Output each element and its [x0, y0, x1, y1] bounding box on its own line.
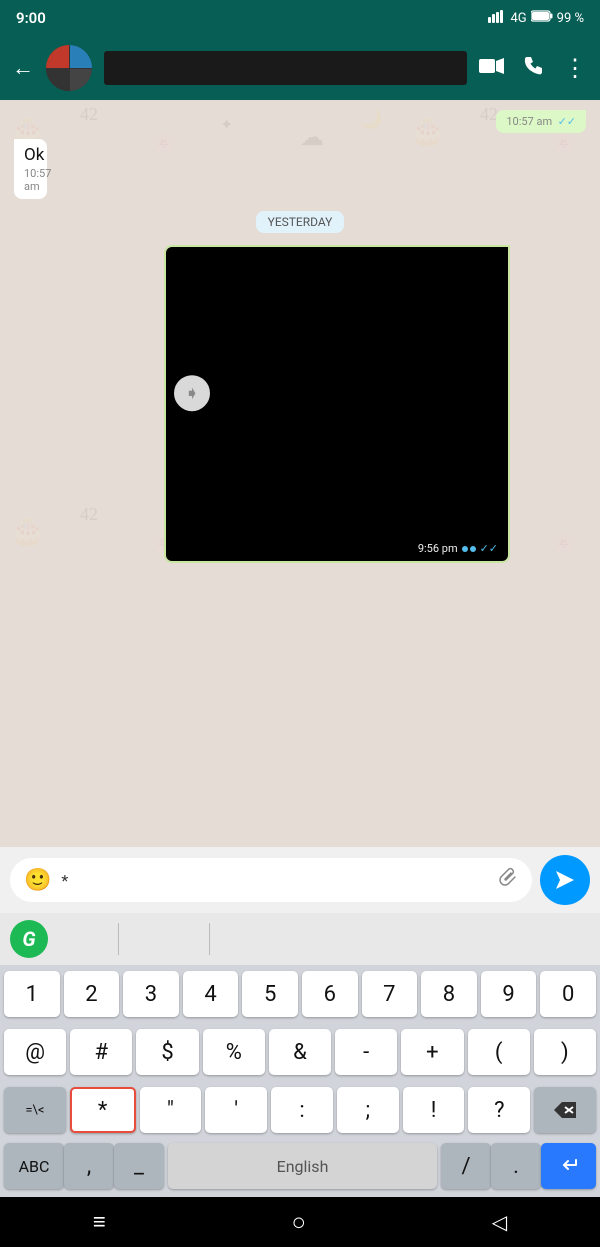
- home-nav-icon[interactable]: ○: [291, 1208, 306, 1237]
- underscore-key[interactable]: _: [114, 1143, 164, 1189]
- read-indicators: [462, 546, 476, 552]
- date-badge: YESTERDAY: [256, 211, 345, 233]
- number-row: 1 2 3 4 5 6 7 8 9 0: [0, 965, 600, 1023]
- slash-key[interactable]: /: [441, 1143, 491, 1189]
- key-percent[interactable]: %: [203, 1029, 265, 1075]
- nav-bar: ≡ ○ ◁: [0, 1197, 600, 1247]
- key-lparen[interactable]: (: [468, 1029, 530, 1075]
- avatar: [46, 45, 92, 91]
- symbols-row-2: =\< * " ' : ; ! ?: [0, 1081, 600, 1139]
- input-bar: 🙂 *: [0, 847, 600, 913]
- abc-button[interactable]: ABC: [4, 1143, 64, 1189]
- chat-header: ← ⋮: [0, 36, 600, 100]
- message-incoming-cut: 10:57 am ✓✓: [496, 110, 586, 133]
- key-5[interactable]: 5: [242, 971, 298, 1017]
- key-equals-backslash-lt[interactable]: =\<: [4, 1087, 66, 1133]
- attach-button[interactable]: [496, 867, 518, 894]
- backspace-button[interactable]: [534, 1087, 596, 1133]
- key-at[interactable]: @: [4, 1029, 66, 1075]
- key-exclaim[interactable]: !: [403, 1087, 465, 1133]
- divider-1: [118, 923, 119, 955]
- network-label: 4G: [510, 11, 526, 26]
- key-question[interactable]: ?: [468, 1087, 530, 1133]
- send-button[interactable]: [540, 855, 590, 905]
- header-actions: ⋮: [479, 54, 588, 82]
- divider-2: [209, 923, 210, 955]
- status-icons: 4G 99 %: [488, 9, 584, 27]
- key-6[interactable]: 6: [302, 971, 358, 1017]
- video-time-text: 9:56 pm: [418, 542, 458, 555]
- key-0[interactable]: 0: [540, 971, 596, 1017]
- key-squote[interactable]: ': [205, 1087, 267, 1133]
- video-call-icon[interactable]: [479, 56, 505, 80]
- battery-percent: 99 %: [557, 11, 584, 26]
- status-time: 9:00: [16, 9, 46, 27]
- message-ok-text: Ok: [24, 145, 44, 165]
- key-2[interactable]: 2: [64, 971, 120, 1017]
- video-timestamp: 9:56 pm ✓✓: [418, 542, 498, 555]
- double-check-icon: ✓✓: [480, 542, 498, 555]
- key-9[interactable]: 9: [481, 971, 537, 1017]
- key-colon[interactable]: :: [271, 1087, 333, 1133]
- key-dollar[interactable]: $: [136, 1029, 198, 1075]
- key-asterisk[interactable]: *: [70, 1087, 136, 1133]
- dot-key[interactable]: .: [491, 1143, 541, 1189]
- space-key[interactable]: English: [168, 1143, 437, 1189]
- message-input-text[interactable]: *: [61, 871, 486, 890]
- grammarly-row: G: [0, 913, 600, 965]
- key-plus[interactable]: +: [401, 1029, 463, 1075]
- video-message-wrapper: ➧ 9:56 pm ✓✓: [164, 245, 586, 563]
- key-7[interactable]: 7: [362, 971, 418, 1017]
- key-8[interactable]: 8: [421, 971, 477, 1017]
- key-rparen[interactable]: ): [534, 1029, 596, 1075]
- key-minus[interactable]: -: [335, 1029, 397, 1075]
- key-hash[interactable]: #: [70, 1029, 132, 1075]
- more-options-icon[interactable]: ⋮: [563, 54, 588, 82]
- phone-icon[interactable]: [523, 55, 545, 82]
- key-1[interactable]: 1: [4, 971, 60, 1017]
- message-ok-time: 10:57 am: [24, 167, 37, 193]
- back-nav-icon[interactable]: ◁: [492, 1210, 507, 1234]
- dot-1: [462, 546, 468, 552]
- forward-button[interactable]: ➧: [174, 375, 210, 411]
- bottom-key-row: ABC , _ English / .: [0, 1139, 600, 1197]
- chat-area: 10:57 am ✓✓ Ok 10:57 am YESTERDAY ➧ 9:56…: [0, 100, 600, 847]
- comma-key[interactable]: ,: [64, 1143, 114, 1189]
- grammarly-icon[interactable]: G: [10, 920, 48, 958]
- dot-2: [470, 546, 476, 552]
- back-button[interactable]: ←: [12, 55, 34, 81]
- emoji-button[interactable]: 🙂: [24, 868, 51, 893]
- contact-name: [104, 51, 467, 85]
- message-input-field[interactable]: 🙂 *: [10, 858, 532, 902]
- signal-icon: [488, 9, 506, 27]
- key-semicolon[interactable]: ;: [337, 1087, 399, 1133]
- symbols-row-1: @ # $ % & - + ( ): [0, 1023, 600, 1081]
- battery-icon: [531, 10, 553, 26]
- enter-key[interactable]: [541, 1143, 596, 1189]
- key-3[interactable]: 3: [123, 971, 179, 1017]
- key-ampersand[interactable]: &: [269, 1029, 331, 1075]
- message-ok: Ok 10:57 am: [14, 139, 80, 199]
- video-message: 9:56 pm ✓✓: [164, 245, 510, 563]
- key-dquote[interactable]: ": [140, 1087, 202, 1133]
- status-bar: 9:00 4G 99 %: [0, 0, 600, 36]
- menu-nav-icon[interactable]: ≡: [93, 1209, 106, 1235]
- key-4[interactable]: 4: [183, 971, 239, 1017]
- keyboard: G 1 2 3 4 5 6 7 8 9 0 @ # $ % & - + ( ) …: [0, 913, 600, 1197]
- video-thumbnail: [166, 247, 510, 561]
- incoming-cut-time: 10:57 am ✓✓: [506, 115, 576, 128]
